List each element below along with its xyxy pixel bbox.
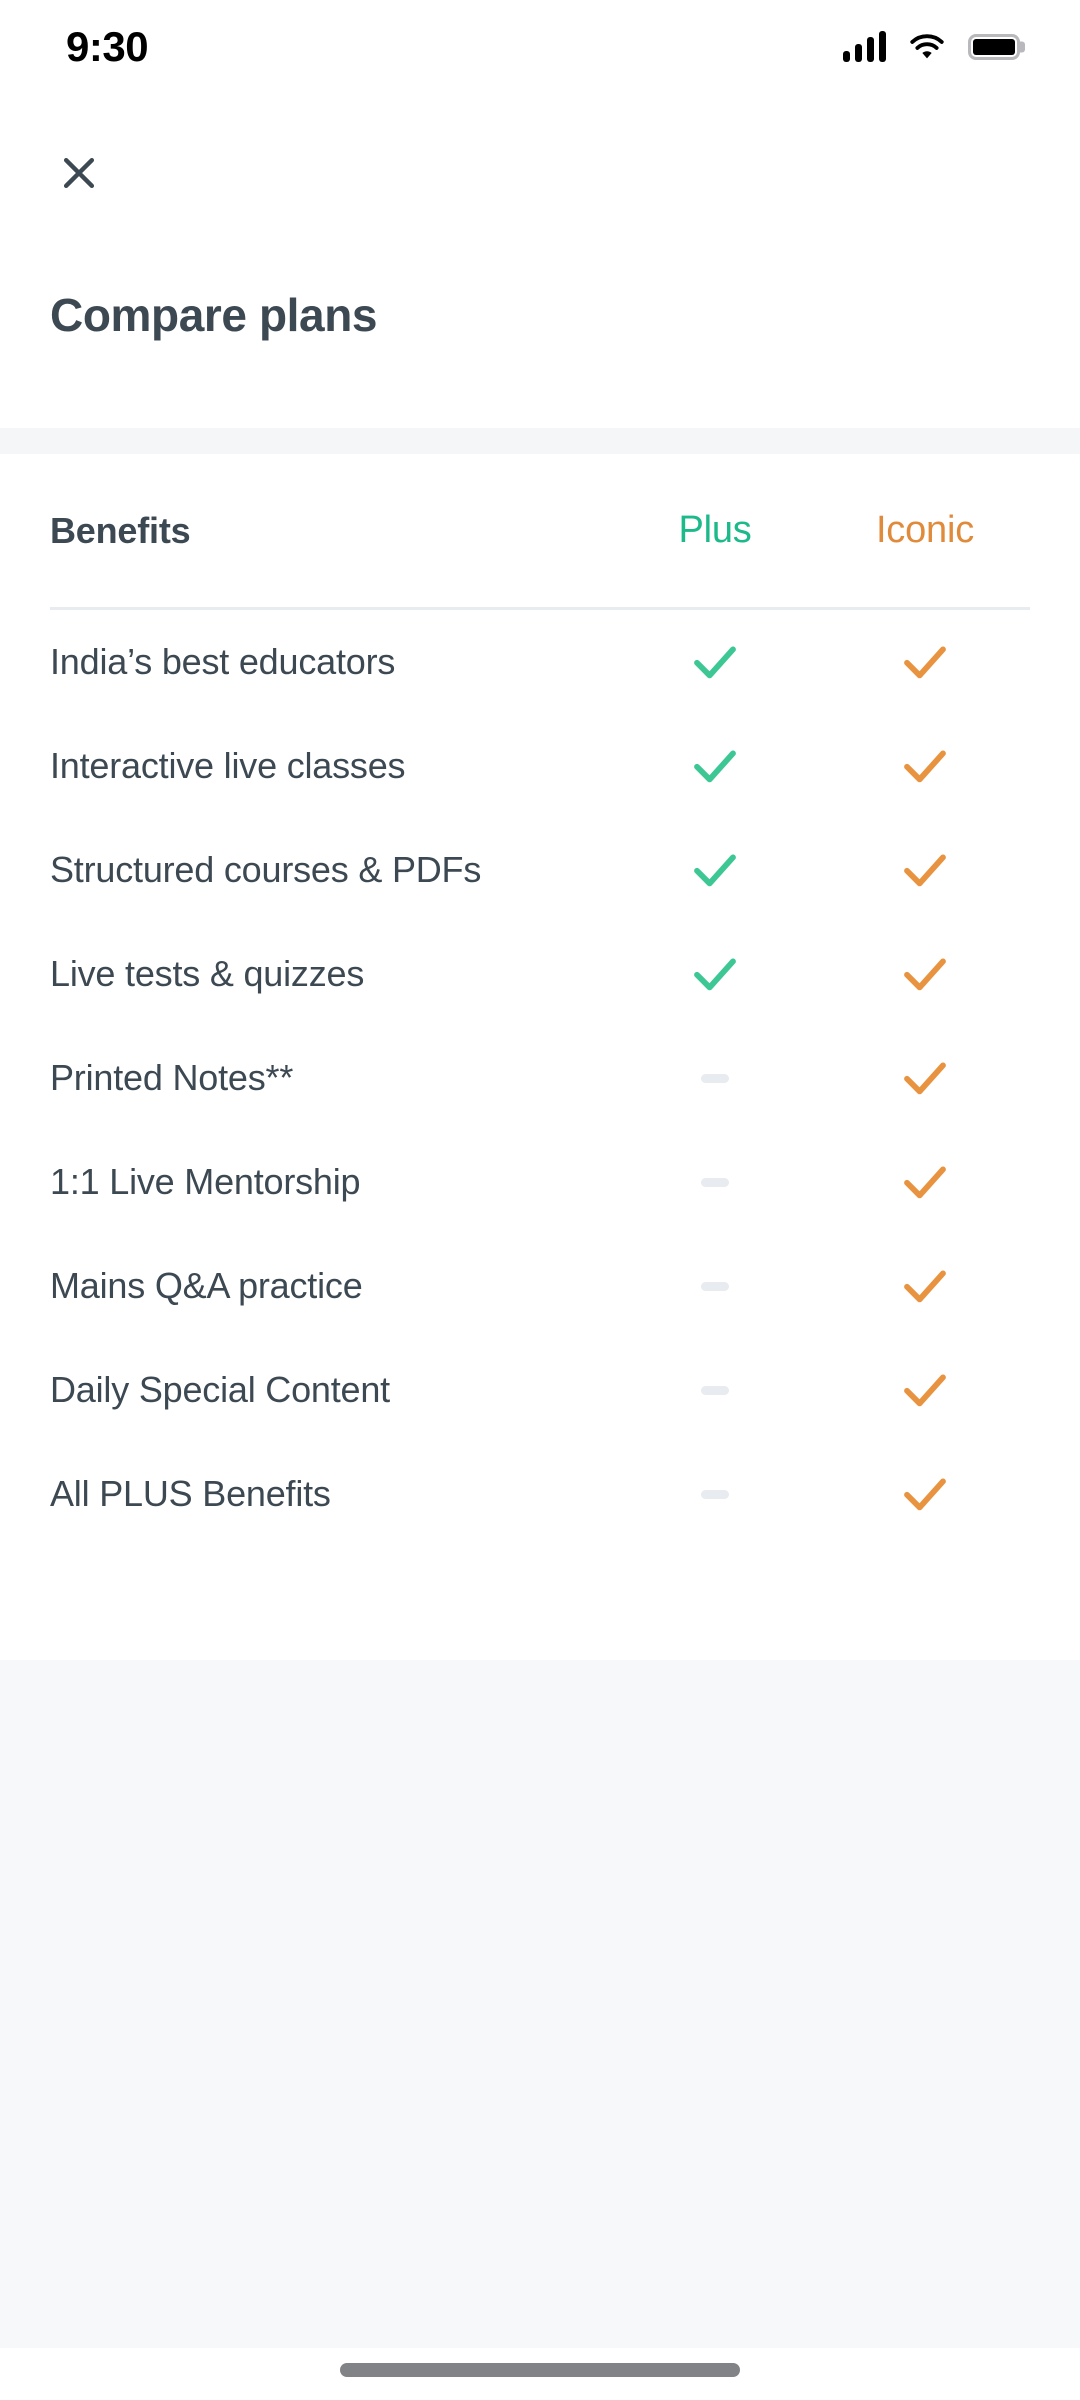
iconic-cell bbox=[820, 850, 1030, 890]
table-row: Structured courses & PDFs bbox=[50, 818, 1030, 922]
benefit-label: Printed Notes** bbox=[50, 1056, 294, 1098]
not-included-dash bbox=[701, 1281, 729, 1291]
not-included-dash bbox=[701, 1073, 729, 1083]
signal-icon bbox=[843, 31, 886, 62]
status-icons bbox=[843, 28, 1020, 62]
benefit-label: Structured courses & PDFs bbox=[50, 848, 482, 890]
iconic-cell bbox=[820, 1370, 1030, 1410]
table-row: Daily Special Content bbox=[50, 1338, 1030, 1442]
compare-plans-screen: 9:30 Compare plans Benefits Plus Iconic … bbox=[0, 0, 1080, 2400]
iconic-cell bbox=[820, 746, 1030, 786]
check-icon-plus bbox=[692, 850, 738, 890]
comparison-table: Benefits Plus Iconic India’s best educat… bbox=[0, 454, 1080, 1632]
check-icon-plus bbox=[692, 746, 738, 786]
table-body: India’s best educators Interactive live c… bbox=[50, 610, 1030, 1546]
close-icon bbox=[57, 151, 101, 195]
check-icon-plus bbox=[692, 954, 738, 994]
check-icon-iconic bbox=[902, 1162, 948, 1202]
iconic-cell bbox=[820, 1058, 1030, 1098]
check-icon-iconic bbox=[902, 746, 948, 786]
check-icon-iconic bbox=[902, 1474, 948, 1514]
plus-cell bbox=[610, 1073, 820, 1083]
table-row: Mains Q&A practice bbox=[50, 1234, 1030, 1338]
page-title: Compare plans bbox=[50, 289, 378, 341]
table-row: Live tests & quizzes bbox=[50, 922, 1030, 1026]
check-icon-iconic bbox=[902, 1058, 948, 1098]
page-background-fill bbox=[0, 1660, 1080, 2348]
iconic-cell bbox=[820, 1162, 1030, 1202]
benefit-label: 1:1 Live Mentorship bbox=[50, 1160, 361, 1202]
wifi-icon bbox=[908, 32, 946, 62]
table-header-row: Benefits Plus Iconic bbox=[50, 454, 1030, 610]
status-bar: 9:30 bbox=[0, 0, 1080, 90]
not-included-dash bbox=[701, 1385, 729, 1395]
benefit-label: India’s best educators bbox=[50, 640, 396, 682]
iconic-cell bbox=[820, 642, 1030, 682]
plus-cell bbox=[610, 642, 820, 682]
table-row: All PLUS Benefits bbox=[50, 1442, 1030, 1546]
check-icon-iconic bbox=[902, 1266, 948, 1306]
table-row: 1:1 Live Mentorship bbox=[50, 1130, 1030, 1234]
plus-cell bbox=[610, 1385, 820, 1395]
plus-cell bbox=[610, 1281, 820, 1291]
table-row: India’s best educators bbox=[50, 610, 1030, 714]
iconic-cell bbox=[820, 1474, 1030, 1514]
section-divider-strip bbox=[0, 428, 1080, 454]
check-icon-iconic bbox=[902, 954, 948, 994]
table-row: Printed Notes** bbox=[50, 1026, 1030, 1130]
close-button[interactable] bbox=[48, 142, 110, 204]
iconic-cell bbox=[820, 1266, 1030, 1306]
home-indicator[interactable] bbox=[340, 2363, 740, 2377]
not-included-dash bbox=[701, 1177, 729, 1187]
plus-cell bbox=[610, 954, 820, 994]
status-time: 9:30 bbox=[66, 23, 149, 70]
benefit-label: Mains Q&A practice bbox=[50, 1264, 363, 1306]
check-icon-plus bbox=[692, 642, 738, 682]
iconic-cell bbox=[820, 954, 1030, 994]
column-header-plus: Plus bbox=[678, 509, 752, 551]
check-icon-iconic bbox=[902, 1370, 948, 1410]
column-header-benefits: Benefits bbox=[50, 509, 191, 551]
battery-icon bbox=[968, 34, 1020, 60]
home-indicator-area bbox=[0, 2348, 1080, 2400]
benefit-label: Daily Special Content bbox=[50, 1368, 390, 1410]
benefit-label: All PLUS Benefits bbox=[50, 1472, 331, 1514]
plus-cell bbox=[610, 746, 820, 786]
plus-cell bbox=[610, 1177, 820, 1187]
check-icon-iconic bbox=[902, 850, 948, 890]
column-header-iconic: Iconic bbox=[875, 509, 975, 551]
benefit-label: Interactive live classes bbox=[50, 744, 406, 786]
plus-cell bbox=[610, 1489, 820, 1499]
benefit-label: Live tests & quizzes bbox=[50, 952, 365, 994]
check-icon-iconic bbox=[902, 642, 948, 682]
table-row: Interactive live classes bbox=[50, 714, 1030, 818]
not-included-dash bbox=[701, 1489, 729, 1499]
plus-cell bbox=[610, 850, 820, 890]
